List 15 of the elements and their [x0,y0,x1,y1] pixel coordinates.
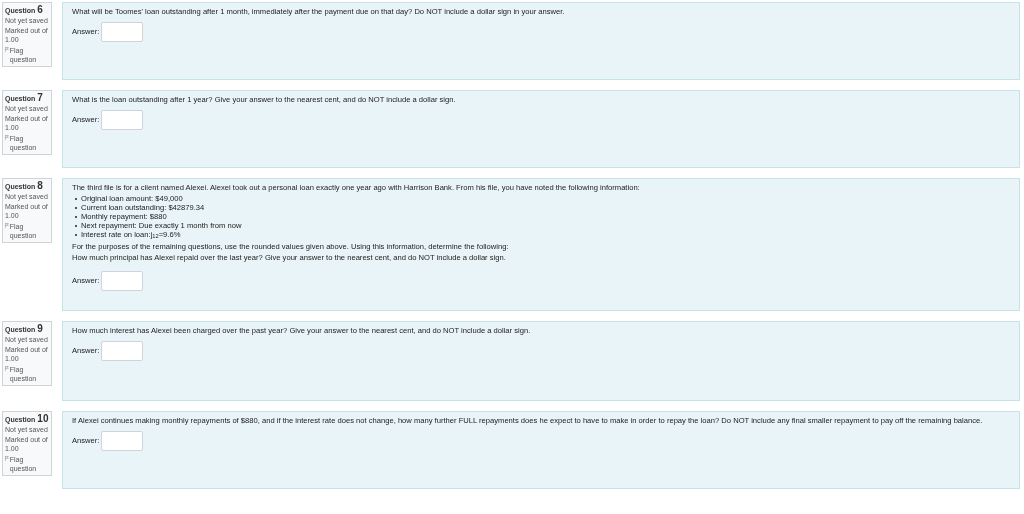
question-number: 6 [37,5,43,14]
flag-icon[interactable] [5,366,9,371]
answer-field[interactable] [101,22,144,42]
question-number: 9 [37,324,43,333]
flag-icon[interactable] [5,47,9,52]
answer-field[interactable] [101,110,144,130]
question-number: 7 [37,93,43,102]
flag-icon[interactable] [5,135,9,140]
answer-field[interactable] [101,271,144,291]
flag-icon[interactable] [5,223,9,228]
answer-field[interactable] [101,341,144,361]
answer-field[interactable] [101,431,144,451]
question-number: 10 [37,414,49,423]
flag-icon[interactable] [5,456,9,461]
question-number: 8 [37,181,43,190]
